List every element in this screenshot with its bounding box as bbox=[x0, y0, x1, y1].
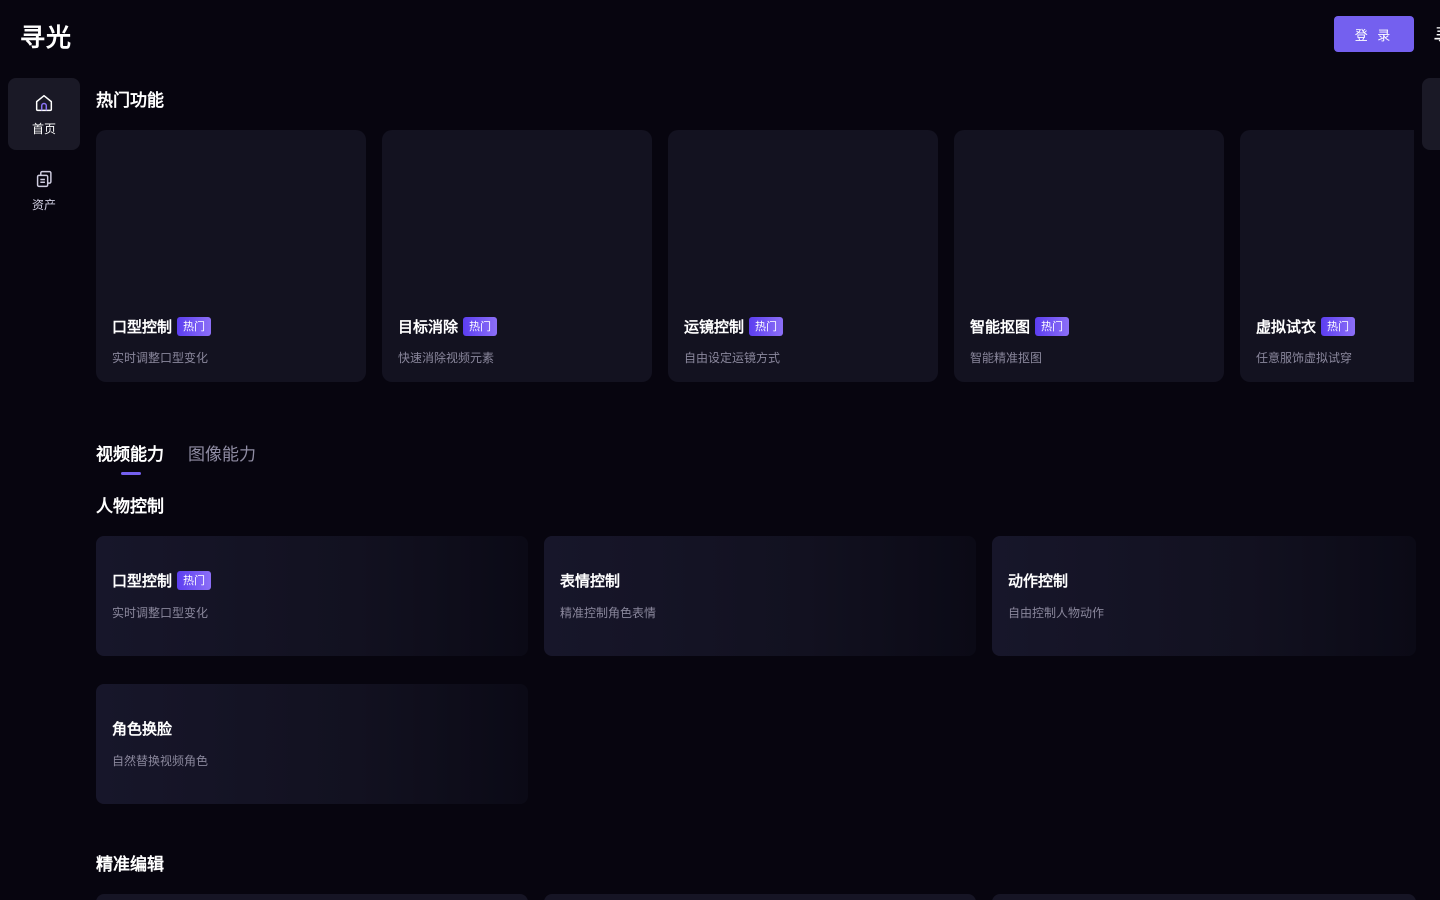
sidebar-item-home[interactable]: 首页 bbox=[8, 78, 80, 150]
card-description: 实时调整口型变化 bbox=[112, 351, 209, 365]
header-edge-glyph: 寻 bbox=[1433, 20, 1440, 52]
card-title: 口型控制 bbox=[112, 572, 173, 590]
feature-card-lip-sync[interactable]: 口型控制 热门 实时调整口型变化 bbox=[96, 536, 528, 656]
card-title-row: 运镜控制 热门 bbox=[684, 316, 784, 337]
card-description: 自然替换视频角色 bbox=[112, 754, 209, 768]
card-description: 快速消除视频元素 bbox=[398, 351, 495, 365]
logo[interactable]: 寻光 bbox=[20, 18, 72, 54]
login-button[interactable]: 登 录 bbox=[1334, 16, 1414, 52]
hot-badge: 热门 bbox=[177, 317, 212, 336]
feature-card-motion[interactable]: 动作控制 自由控制人物动作 bbox=[992, 536, 1416, 656]
capability-tabs: 视频能力 图像能力 bbox=[96, 440, 256, 475]
card-title-row: 动作控制 bbox=[1008, 570, 1068, 591]
card-title: 角色换脸 bbox=[112, 720, 173, 738]
card-title-row: 角色换脸 bbox=[112, 718, 172, 739]
sidebar-item-label: 首页 bbox=[31, 121, 56, 136]
card-title-row: 智能抠图 热门 bbox=[970, 316, 1070, 337]
assets-icon bbox=[36, 170, 52, 187]
card-title-row: 表情控制 bbox=[560, 570, 620, 591]
scroll-edge-handle[interactable] bbox=[1422, 78, 1440, 150]
card-description: 精准控制角色表情 bbox=[560, 606, 657, 620]
hot-features-row: 口型控制 热门 实时调整口型变化 目标消除 热门 快速消除视频元素 运镜控制 热… bbox=[96, 130, 1414, 382]
tab-video[interactable]: 视频能力 bbox=[96, 440, 164, 475]
edit-section-title: 精准编辑 bbox=[96, 855, 164, 875]
hot-badge: 热门 bbox=[177, 571, 212, 590]
card-title: 虚拟试衣 bbox=[1256, 318, 1317, 336]
hot-badge: 热门 bbox=[749, 317, 784, 336]
card-title: 智能抠图 bbox=[970, 318, 1031, 336]
card-title-row: 目标消除 热门 bbox=[398, 316, 498, 337]
hot-section-title: 热门功能 bbox=[96, 91, 164, 111]
home-icon bbox=[35, 94, 53, 111]
hot-card-lip-sync[interactable]: 口型控制 热门 实时调整口型变化 bbox=[96, 130, 366, 382]
sidebar: 首页 资产 bbox=[8, 78, 80, 226]
edit-card-partial[interactable] bbox=[96, 894, 528, 900]
card-title: 目标消除 bbox=[398, 318, 459, 336]
sidebar-item-assets[interactable]: 资产 bbox=[8, 154, 80, 226]
card-description: 自由控制人物动作 bbox=[1008, 606, 1105, 620]
feature-card-face-swap[interactable]: 角色换脸 自然替换视频角色 bbox=[96, 684, 528, 804]
feature-card-expression[interactable]: 表情控制 精准控制角色表情 bbox=[544, 536, 976, 656]
card-title: 口型控制 bbox=[112, 318, 173, 336]
card-description: 自由设定运镜方式 bbox=[684, 351, 781, 365]
card-title: 表情控制 bbox=[560, 572, 621, 590]
character-section-title: 人物控制 bbox=[96, 497, 164, 517]
hot-badge: 热门 bbox=[1035, 317, 1070, 336]
hot-badge: 热门 bbox=[1321, 317, 1356, 336]
card-title-row: 口型控制 热门 bbox=[112, 570, 212, 591]
card-description: 任意服饰虚拟试穿 bbox=[1256, 351, 1353, 365]
edit-card-partial[interactable] bbox=[544, 894, 976, 900]
hot-card-object-removal[interactable]: 目标消除 热门 快速消除视频元素 bbox=[382, 130, 652, 382]
card-title-row: 虚拟试衣 热门 bbox=[1256, 316, 1356, 337]
hot-badge: 热门 bbox=[463, 317, 498, 336]
card-description: 智能精准抠图 bbox=[970, 351, 1043, 365]
hot-card-smart-matting[interactable]: 智能抠图 热门 智能精准抠图 bbox=[954, 130, 1224, 382]
top-bar: 寻光 登 录 寻 bbox=[0, 0, 1440, 70]
card-title-row: 口型控制 热门 bbox=[112, 316, 212, 337]
hot-card-camera-control[interactable]: 运镜控制 热门 自由设定运镜方式 bbox=[668, 130, 938, 382]
hot-card-virtual-tryon[interactable]: 虚拟试衣 热门 任意服饰虚拟试穿 bbox=[1240, 130, 1414, 382]
sidebar-item-label: 资产 bbox=[31, 197, 56, 212]
card-title: 动作控制 bbox=[1008, 572, 1069, 590]
tab-image[interactable]: 图像能力 bbox=[188, 440, 256, 475]
card-title: 运镜控制 bbox=[684, 318, 745, 336]
card-description: 实时调整口型变化 bbox=[112, 606, 209, 620]
edit-card-partial[interactable] bbox=[992, 894, 1416, 900]
